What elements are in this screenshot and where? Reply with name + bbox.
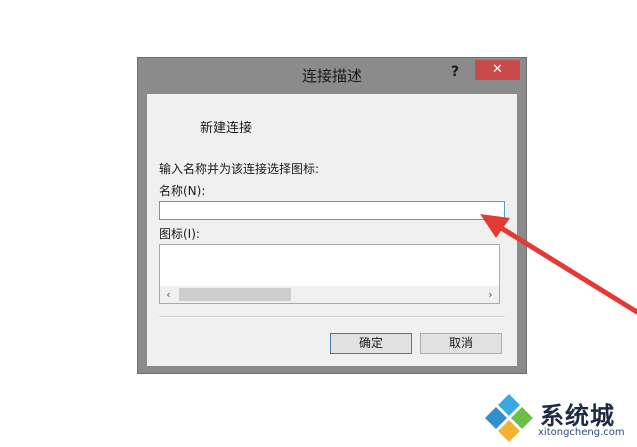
name-input[interactable]: [159, 201, 505, 220]
instruction-text: 输入名称并为该连接选择图标:: [159, 162, 320, 176]
watermark: 系统城 xitongcheng.com: [482, 390, 632, 445]
ok-button[interactable]: 确定: [330, 333, 412, 354]
scroll-left-button[interactable]: ‹: [160, 286, 177, 303]
chevron-right-icon: ›: [488, 288, 493, 301]
dialog-titlebar[interactable]: 连接描述 ? ✕: [138, 58, 526, 93]
horizontal-scrollbar[interactable]: ‹ ›: [160, 286, 499, 303]
close-button[interactable]: ✕: [475, 60, 520, 80]
chevron-left-icon: ‹: [166, 288, 171, 301]
dialog-title: 连接描述: [301, 67, 362, 85]
watermark-subtitle: xitongcheng.com: [538, 427, 625, 438]
screenshot-stage: 连接描述 ? ✕ 新建连接 输入名称并为该连接选择图标: 名称(N): 图标(I…: [0, 0, 637, 447]
dialog-heading: 新建连接: [200, 121, 253, 136]
help-button[interactable]: ?: [443, 62, 467, 82]
scroll-thumb[interactable]: [179, 288, 291, 301]
dialog-client-area: 新建连接 输入名称并为该连接选择图标: 名称(N): 图标(I): ‹ › 确定…: [147, 94, 517, 366]
icon-label: 图标(I):: [159, 227, 200, 241]
name-label: 名称(N):: [159, 184, 206, 198]
cancel-button[interactable]: 取消: [420, 333, 502, 354]
close-icon: ✕: [492, 62, 503, 77]
connection-description-dialog: 连接描述 ? ✕ 新建连接 输入名称并为该连接选择图标: 名称(N): 图标(I…: [137, 57, 527, 374]
scroll-right-button[interactable]: ›: [482, 286, 499, 303]
icon-list[interactable]: ‹ ›: [159, 244, 500, 304]
separator-line: [159, 316, 505, 318]
diamond-logo-icon: [485, 394, 533, 442]
watermark-title: 系统城: [540, 402, 615, 430]
